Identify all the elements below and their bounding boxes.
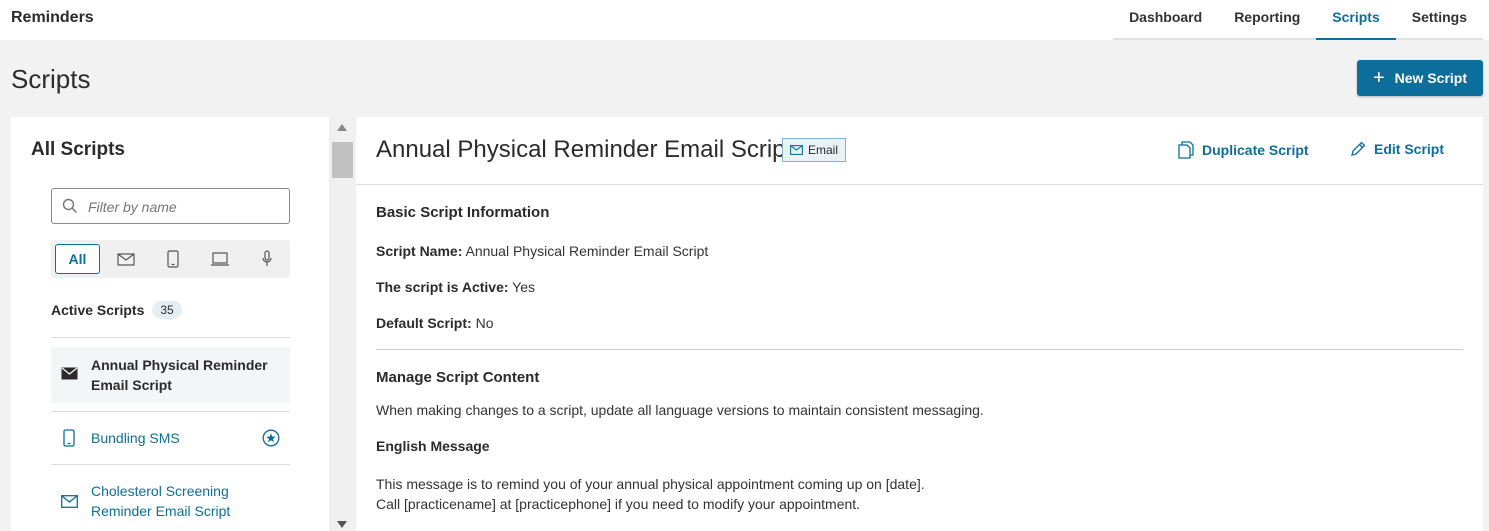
tab-settings[interactable]: Settings <box>1396 0 1483 38</box>
filter-web-button[interactable] <box>196 244 243 274</box>
email-icon <box>61 495 78 513</box>
main-nav: Dashboard Reporting Scripts Settings <box>1113 0 1483 40</box>
laptop-icon <box>210 252 229 266</box>
microphone-icon <box>261 250 272 266</box>
email-filled-icon <box>61 367 78 385</box>
new-script-label: New Script <box>1394 70 1468 86</box>
basic-info-heading: Basic Script Information <box>376 204 550 221</box>
edit-script-button[interactable]: Edit Script <box>1350 141 1444 157</box>
sidebar-heading: All Scripts <box>31 139 125 160</box>
mobile-icon <box>63 429 75 452</box>
scroll-up-arrow-icon[interactable] <box>337 124 347 131</box>
tab-scripts[interactable]: Scripts <box>1316 0 1396 40</box>
email-icon <box>790 145 803 155</box>
filter-field[interactable] <box>51 188 290 224</box>
script-active-value: Yes <box>512 279 536 295</box>
script-name-label: Script Name: <box>376 243 463 259</box>
manage-content-heading: Manage Script Content <box>376 369 540 386</box>
duplicate-script-button[interactable]: Duplicate Script <box>1178 141 1309 159</box>
list-item-label: Cholesterol Screening Reminder Email Scr… <box>91 483 231 519</box>
english-message-heading: English Message <box>376 438 490 454</box>
tab-dashboard[interactable]: Dashboard <box>1113 0 1218 38</box>
tab-reporting[interactable]: Reporting <box>1218 0 1316 38</box>
scroll-thumb[interactable] <box>332 142 353 178</box>
search-icon <box>62 198 78 219</box>
copy-icon <box>1178 141 1194 159</box>
divider <box>51 464 290 465</box>
divider <box>51 411 290 412</box>
script-title: Annual Physical Reminder Email Script <box>376 136 793 163</box>
default-script-line: Default Script: No <box>376 315 493 331</box>
filter-sms-button[interactable] <box>149 244 196 274</box>
page-title: Scripts <box>11 64 91 94</box>
list-item[interactable]: Annual Physical Reminder Email Script <box>51 347 290 403</box>
channel-badge: Email <box>782 138 847 162</box>
manage-content-note: When making changes to a script, update … <box>376 402 984 418</box>
list-item[interactable]: Cholesterol Screening Reminder Email Scr… <box>51 473 290 531</box>
new-script-button[interactable]: + New Script <box>1357 60 1483 96</box>
sidebar-scrollbar[interactable] <box>329 117 356 531</box>
list-item[interactable]: Bundling SMS <box>51 419 290 457</box>
filter-all-button[interactable]: All <box>55 244 100 274</box>
plus-icon: + <box>1372 67 1385 89</box>
list-item-label: Bundling SMS <box>91 430 180 446</box>
email-icon <box>116 252 135 266</box>
active-scripts-label: Active Scripts <box>51 302 145 318</box>
edit-script-label: Edit Script <box>1374 141 1445 157</box>
script-name-value: Annual Physical Reminder Email Script <box>465 243 709 259</box>
active-scripts-header: Active Scripts 35 <box>51 301 182 319</box>
message-line-2: Call [practicename] at [practicephone] i… <box>376 496 861 512</box>
detail-header: Annual Physical Reminder Email Script Em… <box>356 117 1483 185</box>
divider <box>376 349 1463 350</box>
duplicate-script-label: Duplicate Script <box>1202 142 1309 158</box>
script-active-label: The script is Active: <box>376 279 509 295</box>
filter-input[interactable] <box>88 197 283 217</box>
scroll-down-arrow-icon[interactable] <box>337 521 347 528</box>
type-filter-bar: All <box>51 240 290 278</box>
filter-email-button[interactable] <box>102 244 149 274</box>
list-item-label: Annual Physical Reminder Email Script <box>91 357 268 393</box>
active-count-badge: 35 <box>152 301 182 319</box>
mobile-icon <box>166 250 179 268</box>
default-star-icon <box>262 429 280 452</box>
default-script-value: No <box>475 315 494 331</box>
english-message-label: English Message <box>376 438 490 454</box>
pencil-icon <box>1351 141 1366 156</box>
script-detail-panel: Annual Physical Reminder Email Script Em… <box>356 117 1483 531</box>
channel-badge-label: Email <box>808 143 839 157</box>
script-active-line: The script is Active: Yes <box>376 279 535 295</box>
divider <box>51 337 290 338</box>
default-script-label: Default Script: <box>376 315 472 331</box>
scripts-sidebar: All Scripts All Active Scripts 35 Annual… <box>11 117 329 531</box>
message-line-1: This message is to remind you of your an… <box>376 476 925 492</box>
app-title: Reminders <box>11 9 94 26</box>
script-name-line: Script Name: Annual Physical Reminder Em… <box>376 243 708 259</box>
filter-voice-button[interactable] <box>243 244 290 274</box>
top-bar: Reminders Dashboard Reporting Scripts Se… <box>0 0 1489 40</box>
